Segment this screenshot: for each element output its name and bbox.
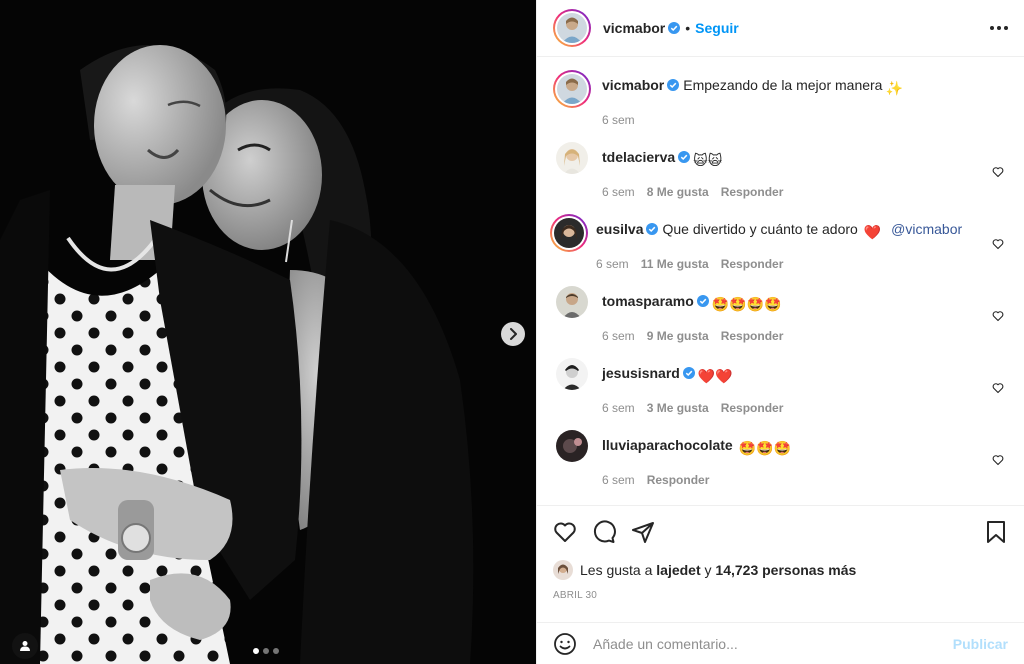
tagged-users-button[interactable] (12, 633, 38, 659)
author-avatar[interactable] (553, 9, 591, 47)
comment-likes[interactable]: 11 Me gusta (641, 257, 709, 271)
liker-avatar[interactable] (553, 560, 573, 580)
avatar[interactable] (556, 358, 588, 390)
likes-prefix: Les gusta a (580, 562, 653, 578)
reply-button[interactable]: Responder (647, 473, 710, 487)
comment-likes[interactable]: 8 Me gusta (647, 185, 709, 199)
comment-time[interactable]: 6 sem (602, 185, 635, 199)
comment-row: lluviaparachocolate 🤩🤩🤩 6 sem Responder (553, 430, 1008, 488)
comment-username[interactable]: tdelacierva (602, 149, 675, 165)
verified-badge-icon (696, 295, 709, 307)
comments-list[interactable]: vicmabor Empezando de la mejor manera ✨ 6 … (537, 58, 1024, 504)
carousel-dot (273, 648, 279, 654)
comment-likes[interactable]: 3 Me gusta (647, 401, 709, 415)
bookmark-icon[interactable] (984, 520, 1008, 544)
comment-emoji: ❤️❤️ (697, 368, 733, 384)
carousel-dot (263, 648, 269, 654)
comment-mention[interactable]: @vicmabor (891, 221, 962, 237)
reply-button[interactable]: Responder (721, 185, 784, 199)
heart-icon[interactable] (992, 454, 1004, 466)
avatar[interactable] (556, 142, 588, 174)
comment-time[interactable]: 6 sem (596, 257, 629, 271)
heart-icon[interactable] (992, 310, 1004, 322)
verified-badge-icon (667, 79, 680, 91)
comment-emoji: 🤩🤩🤩 (738, 440, 792, 456)
liker-username[interactable]: lajedet (656, 562, 700, 578)
likes-count[interactable]: 14,723 personas más (715, 562, 856, 578)
comment-time[interactable]: 6 sem (602, 401, 635, 415)
caption-time[interactable]: 6 sem (602, 113, 635, 127)
comment-emoji: 🤩🤩🤩🤩 (711, 296, 782, 312)
more-icon[interactable] (990, 26, 1008, 30)
comment-username[interactable]: eusilva (596, 221, 643, 237)
avatar[interactable] (556, 430, 588, 462)
heart-icon[interactable] (992, 166, 1004, 178)
carousel-dot-active (253, 648, 259, 654)
avatar[interactable] (550, 214, 588, 252)
author-avatar[interactable] (553, 70, 591, 108)
follow-separator: • (685, 20, 691, 36)
reply-button[interactable]: Responder (721, 401, 784, 415)
comment-username[interactable]: jesusisnard (602, 365, 680, 381)
user-tag-icon (20, 641, 30, 651)
comment-likes[interactable]: 9 Me gusta (647, 329, 709, 343)
verified-badge-icon (682, 367, 695, 379)
caption-emoji: ✨ (885, 80, 903, 96)
chevron-right-icon (510, 328, 517, 340)
carousel-indicator (253, 648, 279, 654)
comment-composer: Publicar (537, 622, 1024, 664)
avatar (557, 74, 587, 104)
comment-username[interactable]: tomasparamo (602, 293, 694, 309)
heart-icon[interactable] (992, 382, 1004, 394)
smiley-icon[interactable] (553, 632, 577, 656)
caption-text: Empezando de la mejor manera (683, 77, 883, 93)
likes-joiner: y (704, 562, 712, 578)
comment-time[interactable]: 6 sem (602, 473, 635, 487)
post-media[interactable] (0, 0, 536, 664)
heart-icon[interactable] (553, 520, 577, 544)
author-username[interactable]: vicmabor (603, 20, 665, 36)
avatar[interactable] (556, 286, 588, 318)
post-actions: Les gusta a lajedet y 14,723 personas má… (537, 505, 1024, 601)
post-header: vicmabor • Seguir (537, 0, 1024, 57)
likes-summary: Les gusta a lajedet y 14,723 personas má… (553, 560, 1008, 580)
share-icon[interactable] (631, 520, 655, 544)
comment-time[interactable]: 6 sem (602, 329, 635, 343)
comment-row: tdelacierva 🙀🙀 6 sem 8 Me gusta Responder (553, 142, 1008, 200)
publish-button[interactable]: Publicar (953, 636, 1008, 652)
caption: vicmabor Empezando de la mejor manera ✨ 6 … (553, 70, 1008, 128)
post-panel: vicmabor • Seguir vicmabor Empezando de … (536, 0, 1024, 664)
comment-text: Que divertido y cuánto te adoro (662, 221, 858, 237)
comment-username[interactable]: lluviaparachocolate (602, 437, 733, 453)
verified-badge-icon (678, 151, 691, 163)
caption-username[interactable]: vicmabor (602, 77, 664, 93)
avatar (557, 13, 587, 43)
reply-button[interactable]: Responder (721, 329, 784, 343)
next-photo-button[interactable] (501, 322, 525, 346)
verified-badge-icon (646, 223, 659, 235)
verified-badge-icon (668, 22, 681, 34)
avatar-image (554, 218, 584, 248)
comment-row: eusilva Que divertido y cuánto te adoro ❤️… (550, 214, 1008, 272)
comment-icon[interactable] (592, 520, 616, 544)
post-date[interactable]: ABRIL 30 (553, 590, 1008, 601)
reply-button[interactable]: Responder (721, 257, 784, 271)
comment-emoji: 🙀🙀 (693, 152, 723, 168)
post-photo (0, 0, 536, 664)
comment-row: jesusisnard ❤️❤️ 6 sem 3 Me gusta Respond… (553, 358, 1008, 416)
comment-input[interactable] (593, 635, 953, 652)
follow-button[interactable]: Seguir (695, 20, 739, 36)
heart-icon[interactable] (992, 238, 1004, 250)
comment-row: tomasparamo 🤩🤩🤩🤩 6 sem 9 Me gusta Respond… (553, 286, 1008, 344)
comment-emoji: ❤️ (863, 224, 882, 240)
